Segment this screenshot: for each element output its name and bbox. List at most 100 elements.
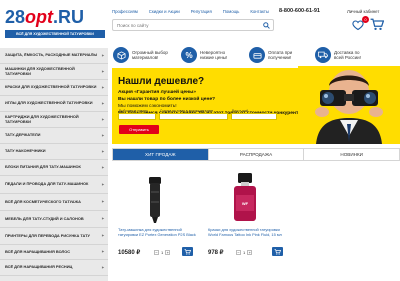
feature-text: Оплата при получении! — [268, 49, 293, 60]
chevron-right-icon: ▸ — [101, 164, 104, 170]
search-icon — [262, 21, 270, 29]
sidebar-item-needles[interactable]: ИГЛЫ ДЛЯ ХУДОЖЕСТВЕННОЙ ТАТУИРОВКИ ▸ — [0, 96, 108, 112]
sidebar-item-power-supplies[interactable]: БЛОКИ ПИТАНИЯ ДЛЯ ТАТУ-МАШИНОК ▸ — [0, 160, 108, 176]
nav-link-help[interactable]: Помощь — [223, 9, 240, 14]
feature-prices: % Невероятно низкие цены! — [181, 47, 227, 63]
chevron-right-icon: ▸ — [101, 132, 104, 138]
quantity-value[interactable]: 1 — [243, 250, 245, 255]
sidebar-item-label: ВСЁ ДЛЯ НАРАЩИВАНИЯ РЕСНИЦ — [5, 264, 73, 270]
tab-new[interactable]: НОВИНКИ — [304, 149, 400, 160]
sidebar-item-machines[interactable]: МАШИНКИ ДЛЯ ХУДОЖЕСТВЕННОЙ ТАТУИРОВКИ ▸ — [0, 64, 108, 80]
product-title[interactable]: Краски для художественной татуировки Wor… — [208, 227, 290, 237]
cart-button[interactable] — [370, 18, 385, 31]
banner-title: Нашли дешевле? — [118, 76, 205, 87]
sidebar-item-hair-extension[interactable]: ВСЁ ДЛЯ НАРАЩИВАНИЯ ВОЛОС ▸ — [0, 245, 108, 260]
feature-text: Невероятно низкие цены! — [200, 49, 228, 60]
top-navigation: Профессиям Скидки и Акции Репутация Помо… — [112, 9, 269, 14]
increment-button[interactable]: + — [165, 250, 171, 255]
chevron-right-icon: ▸ — [101, 148, 104, 154]
search-input[interactable] — [112, 19, 274, 31]
chevron-right-icon: ▸ — [101, 248, 104, 254]
favorites-button[interactable]: 0 — [352, 16, 369, 31]
chevron-right-icon: ▸ — [101, 215, 104, 221]
chevron-right-icon: ▸ — [101, 84, 104, 90]
tab-bestsellers[interactable]: ХИТ ПРОДАЖ — [113, 149, 209, 160]
decrement-button[interactable]: − — [236, 250, 241, 255]
feature-text: Доставка по всей России! — [334, 49, 361, 60]
cart-icon — [184, 248, 191, 255]
svg-text:WF: WF — [242, 201, 249, 206]
wallet-icon — [249, 47, 265, 63]
nav-link-professions[interactable]: Профессиям — [112, 9, 138, 14]
logo-tagline: ВСЁ ДЛЯ ХУДОЖЕСТВЕННОЙ ТАТУИРОВКИ — [5, 30, 105, 38]
sidebar-item-label: ВСЁ ДЛЯ НАРАЩИВАНИЯ ВОЛОС — [5, 248, 71, 254]
chevron-right-icon: ▸ — [101, 68, 104, 74]
sidebar-item-label: КАРТРИДЖИ ДЛЯ ХУДОЖЕСТВЕННОЙ ТАТУИРОВКИ — [5, 113, 79, 124]
ink-bottle-image[interactable]: WF — [202, 167, 288, 225]
sidebar-item-label: ИГЛЫ ДЛЯ ХУДОЖЕСТВЕННОЙ ТАТУИРОВКИ — [5, 100, 93, 106]
quantity-value[interactable]: 1 — [161, 250, 163, 255]
site-logo[interactable]: 28opt.RU ВСЁ ДЛЯ ХУДОЖЕСТВЕННОЙ ТАТУИРОВ… — [5, 6, 105, 46]
account-link[interactable]: Личный кабинет — [347, 9, 379, 14]
add-to-cart-button[interactable] — [182, 247, 193, 256]
tattoo-machine-image[interactable] — [112, 167, 198, 225]
decrement-button[interactable]: − — [154, 250, 159, 255]
sidebar-item-inks[interactable]: КРАСКИ ДЛЯ ХУДОЖЕСТВЕННОЙ ТАТУИРОВКИ ▸ — [0, 80, 108, 96]
sidebar-item-cosmetic-tattoo[interactable]: ВСЁ ДЛЯ КОСМЕТИЧЕСКОГО ТАТУАЖА ▸ — [0, 194, 108, 211]
cart-icon — [370, 18, 385, 31]
chevron-right-icon: ▸ — [101, 264, 104, 270]
sidebar-item-grips[interactable]: ТАТУ-ДЕРЖАТЕЛИ ▸ — [0, 128, 108, 144]
sidebar-item-lash-extension[interactable]: ВСЁ ДЛЯ НАРАЩИВАНИЯ РЕСНИЦ ▸ — [0, 260, 108, 276]
sidebar-item-label: БЛОКИ ПИТАНИЯ ДЛЯ ТАТУ-МАШИНОК — [5, 164, 81, 170]
nav-link-reputation[interactable]: Репутация — [191, 9, 212, 14]
sidebar-item-label: ТАТУ-ДЕРЖАТЕЛИ — [5, 132, 41, 138]
selected-products-field[interactable] — [118, 113, 156, 120]
sidebar-item-furniture[interactable]: МЕБЕЛЬ ДЛЯ ТАТУ-СТУДИЙ И САЛОНОВ ▸ — [0, 211, 108, 228]
email-field[interactable] — [231, 113, 277, 120]
quantity-stepper: − 1 + — [236, 250, 253, 255]
feature-text: Огромный выбор материалов! — [132, 49, 168, 60]
sidebar-item-label: ПРИНТЕРЫ ДЛЯ ПЕРЕВОДА РИСУНКА ТАТУ — [5, 232, 90, 238]
sidebar-item-printers[interactable]: ПРИНТЕРЫ ДЛЯ ПЕРЕВОДА РИСУНКА ТАТУ ▸ — [0, 228, 108, 245]
feature-assortment: Огромный выбор материалов! — [113, 47, 168, 63]
sidebar-item-label: КРАСКИ ДЛЯ ХУДОЖЕСТВЕННОЙ ТАТУИРОВКИ — [5, 84, 97, 90]
increment-button[interactable]: + — [247, 250, 253, 255]
add-to-cart-button[interactable] — [272, 247, 283, 256]
nav-link-discounts[interactable]: Скидки и Акции — [149, 9, 180, 14]
banner-question: Вы нашли товар по более низкой цене? — [118, 97, 216, 102]
sidebar-item-pedals[interactable]: ПЕДАЛИ И ПРОВОДА ДЛЯ ТАТУ-МАШИНОК ▸ — [0, 176, 108, 194]
feature-delivery: Доставка по всей России! — [315, 47, 361, 63]
nav-link-contacts[interactable]: Контакты — [250, 9, 269, 14]
product-title[interactable]: Тату-машинка для художественной татуиров… — [118, 227, 200, 237]
feature-payment: Оплата при получении! — [249, 47, 292, 63]
chevron-right-icon: ▸ — [101, 198, 104, 204]
favorites-count-badge: 0 — [362, 16, 369, 23]
chevron-right-icon: ▸ — [101, 181, 104, 187]
percent-icon: % — [181, 47, 197, 63]
sidebar-item-label: ТАТУ НАКОНЕЧНИКИ — [5, 148, 46, 154]
cart-icon — [274, 248, 281, 255]
search-button[interactable] — [260, 20, 272, 30]
truck-icon — [315, 47, 331, 63]
binoculars-man-image — [298, 66, 400, 144]
sidebar-item-cartridges[interactable]: КАРТРИДЖИ ДЛЯ ХУДОЖЕСТВЕННОЙ ТАТУИРОВКИ ▸ — [0, 112, 108, 128]
chevron-right-icon: ▸ — [101, 100, 104, 106]
sidebar-item-protection[interactable]: ЗАЩИТА, ЁМКОСТЬ, РАСХОДНЫЕ МАТЕРИАЛЫ ▸ — [0, 48, 108, 64]
product-card: WF Краски для художественной татуировки … — [202, 167, 288, 281]
chevron-right-icon: ▸ — [101, 232, 104, 238]
logo-text: 28opt.RU — [5, 7, 85, 27]
banner-subtitle: Акция «Гарантия лучшей цены» — [118, 90, 196, 95]
product-price: 10580 ₽ — [118, 250, 141, 256]
sidebar-item-tips[interactable]: ТАТУ НАКОНЕЧНИКИ ▸ — [0, 144, 108, 160]
product-tabs: ХИТ ПРОДАЖ РАСПРОДАЖА НОВИНКИ — [112, 148, 400, 161]
submit-button[interactable]: Отправить — [119, 125, 159, 134]
tab-sale[interactable]: РАСПРОДАЖА — [208, 149, 305, 160]
page: 28opt.RU ВСЁ ДЛЯ ХУДОЖЕСТВЕННОЙ ТАТУИРОВ… — [0, 0, 400, 281]
catalog-sidebar: ЗАЩИТА, ЁМКОСТЬ, РАСХОДНЫЕ МАТЕРИАЛЫ ▸ МА… — [0, 48, 108, 281]
sidebar-item-label: ЗАЩИТА, ЁМКОСТЬ, РАСХОДНЫЕ МАТЕРИАЛЫ — [5, 52, 98, 58]
product-card: Тату-машинка для художественной татуиров… — [112, 167, 198, 281]
sidebar-item-label: ВСЁ ДЛЯ КОСМЕТИЧЕСКОГО ТАТУАЖА — [5, 198, 81, 204]
chevron-right-icon: ▸ — [101, 116, 104, 122]
phone-number[interactable]: 8-800-600-61-91 — [279, 8, 320, 14]
competitor-link-field[interactable] — [159, 113, 228, 120]
